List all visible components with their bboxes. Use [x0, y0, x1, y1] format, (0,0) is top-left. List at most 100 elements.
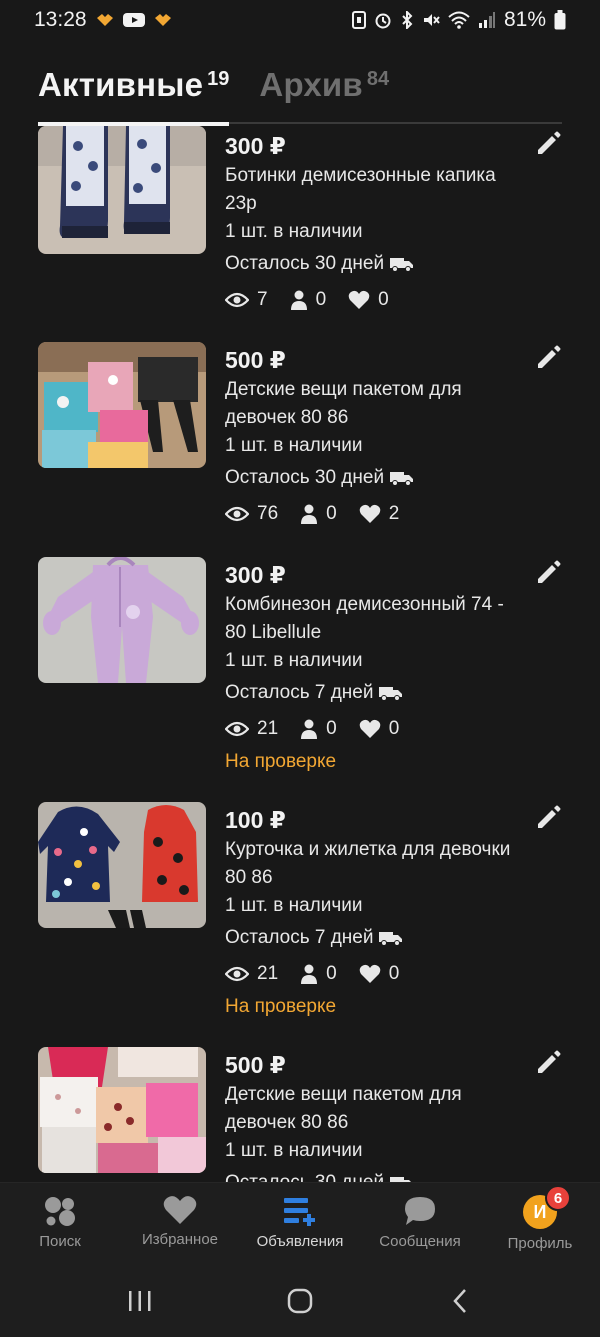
signal-icon: [478, 12, 495, 28]
listing-photo[interactable]: [38, 126, 206, 254]
mute-icon: [423, 14, 440, 26]
views-stat: 21: [225, 963, 278, 985]
home-button[interactable]: [270, 1276, 330, 1326]
edit-button[interactable]: [532, 802, 564, 834]
pencil-icon: [538, 345, 561, 368]
views-count: 21: [257, 718, 279, 739]
tab-archive[interactable]: Архив 84: [259, 66, 389, 124]
nav-search-label: Поиск: [39, 1233, 81, 1250]
favorites-count: 0: [388, 963, 400, 984]
delivery-truck-icon: [390, 1177, 412, 1182]
listing-tabs: Активные 19 Архив 84: [38, 66, 562, 126]
nav-favorites[interactable]: Избранное: [120, 1183, 240, 1264]
nav-messages[interactable]: Сообщения: [360, 1183, 480, 1264]
listing-price: 100 ₽: [225, 807, 286, 833]
nav-ads-label: Объявления: [256, 1233, 344, 1250]
listing-price: 500 ₽: [225, 347, 286, 373]
recent-apps-button[interactable]: [110, 1276, 170, 1326]
tab-archive-count: 84: [366, 68, 390, 90]
battery-icon: [554, 10, 566, 30]
days-left-text: Осталось 7 дней: [225, 682, 374, 703]
pencil-icon: [538, 560, 561, 583]
app-notification-icon: [96, 14, 113, 26]
eye-icon: [225, 721, 249, 737]
favorites-stat: 0: [359, 963, 400, 985]
listing-photo[interactable]: [38, 802, 206, 928]
listing-stock: 1 шт. в наличии: [225, 1140, 363, 1161]
contacts-stat: 0: [300, 503, 337, 525]
favorites-count: 2: [388, 503, 400, 524]
favorites-stat: 0: [359, 718, 399, 740]
contacts-count: 0: [315, 289, 327, 310]
delivery-truck-icon: [379, 932, 403, 946]
views-stat: 21: [225, 718, 278, 740]
views-stat: 7: [225, 289, 268, 311]
listing-photo[interactable]: [38, 557, 206, 683]
views-count: 7: [257, 289, 268, 310]
nav-messages-label: Сообщения: [379, 1233, 461, 1250]
heart-icon: [348, 290, 370, 309]
days-left-text: Осталось 30 дней: [225, 1169, 384, 1182]
back-icon: [453, 1288, 466, 1313]
contacts-count: 0: [326, 963, 337, 984]
listings-list: 300 ₽ Ботинки демисезонные капика 23р 1 …: [0, 126, 600, 1182]
listing-stats: 21 0 0: [225, 713, 580, 745]
listing-price: 500 ₽: [225, 1052, 286, 1078]
alarm-icon: [375, 13, 391, 29]
listing-photo[interactable]: [38, 342, 206, 468]
system-navigation: [0, 1264, 600, 1337]
eye-icon: [225, 506, 249, 522]
days-left-text: Осталось 7 дней: [225, 927, 374, 948]
youtube-icon: [122, 13, 145, 27]
bottom-navigation: Поиск Избранное Объявления Сообщения И 6…: [0, 1182, 600, 1264]
nav-search[interactable]: Поиск: [0, 1183, 120, 1264]
favorites-stat: 0: [348, 289, 389, 311]
app-notification-icon: [154, 14, 171, 26]
heart-icon: [359, 719, 381, 738]
nav-profile[interactable]: И 6 Профиль: [480, 1183, 600, 1264]
listing-price: 300 ₽: [225, 133, 286, 159]
back-button[interactable]: [430, 1276, 490, 1326]
moderation-status: На проверке: [225, 751, 337, 772]
bluetooth-icon: [402, 11, 413, 29]
listing-days-left: Осталось 30 дней: [225, 464, 580, 492]
listing-photo[interactable]: [38, 1047, 206, 1173]
delivery-truck-icon: [379, 687, 403, 701]
tab-active[interactable]: Активные 19: [38, 66, 230, 126]
edit-button[interactable]: [532, 557, 564, 589]
pencil-icon: [538, 805, 561, 828]
days-left-text: Осталось 30 дней: [225, 253, 385, 274]
notification-badge: 6: [545, 1185, 571, 1211]
nav-profile-label: Профиль: [507, 1235, 573, 1252]
heart-icon: [163, 1196, 197, 1224]
listing-title: Детские вещи пакетом для девочек 80 86: [225, 1084, 462, 1133]
home-icon: [287, 1288, 313, 1313]
recent-apps-icon: [129, 1290, 151, 1311]
delivery-truck-icon: [390, 258, 414, 272]
edit-button[interactable]: [532, 1047, 564, 1079]
listing-days-left: Осталось 7 дней: [225, 679, 580, 707]
person-icon: [301, 504, 318, 524]
listing-stock: 1 шт. в наличии: [225, 221, 363, 242]
listing-stats: 76 0 2: [225, 498, 580, 530]
pencil-icon: [538, 131, 561, 154]
contacts-stat: 0: [300, 963, 337, 985]
listing-days-left: Осталось 7 дней: [225, 924, 580, 952]
person-icon: [290, 290, 307, 310]
edit-button[interactable]: [532, 128, 564, 160]
nfc-icon: [351, 11, 366, 29]
listing-stock: 1 шт. в наличии: [225, 650, 363, 671]
status-bar: 13:28 81%: [0, 0, 600, 40]
chat-bubble-icon: [405, 1197, 435, 1225]
contacts-stat: 0: [300, 718, 337, 740]
nav-ads[interactable]: Объявления: [240, 1183, 360, 1264]
delivery-truck-icon: [390, 472, 414, 486]
listing-title: Детские вещи пакетом для девочек 80 86: [225, 379, 462, 428]
edit-button[interactable]: [532, 342, 564, 374]
listing-title: Комбинезон демисезонный 74 - 80 Libellul…: [225, 594, 504, 643]
person-icon: [301, 964, 318, 984]
favorites-count: 0: [378, 289, 389, 310]
ads-list-add-icon: [284, 1198, 315, 1226]
eye-icon: [225, 292, 249, 308]
status-time: 13:28: [34, 8, 87, 31]
